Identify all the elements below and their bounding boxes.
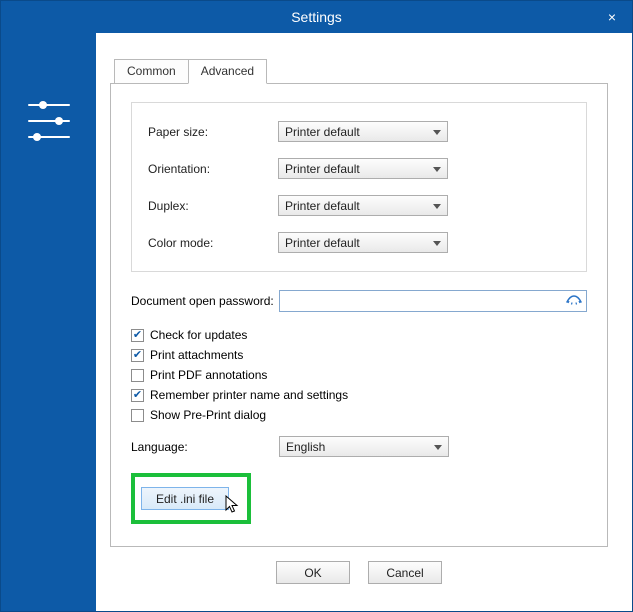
- dialog-buttons: OK Cancel: [110, 561, 608, 584]
- tab-common-label: Common: [127, 64, 176, 78]
- color-mode-row: Color mode: Printer default: [148, 232, 570, 253]
- edit-ini-highlight: Edit .ini file: [131, 473, 251, 524]
- sidebar: [1, 33, 96, 611]
- print-attachments-row[interactable]: Print attachments: [131, 348, 587, 362]
- tab-panel-advanced: Paper size: Printer default Orientation:…: [110, 83, 608, 547]
- print-attachments-checkbox[interactable]: [131, 349, 144, 362]
- dialog-body: Common Advanced Paper size: Printer defa…: [1, 33, 632, 611]
- show-preprint-row[interactable]: Show Pre-Print dialog: [131, 408, 587, 422]
- tab-advanced-label: Advanced: [201, 64, 254, 78]
- orientation-label: Orientation:: [148, 162, 278, 176]
- cancel-label: Cancel: [386, 566, 423, 580]
- print-annotations-label: Print PDF annotations: [150, 368, 267, 382]
- password-row: Document open password:: [131, 290, 587, 312]
- ok-label: OK: [304, 566, 321, 580]
- print-annotations-row[interactable]: Print PDF annotations: [131, 368, 587, 382]
- remember-printer-row[interactable]: Remember printer name and settings: [131, 388, 587, 402]
- color-mode-value: Printer default: [285, 236, 360, 250]
- paper-size-value: Printer default: [285, 125, 360, 139]
- duplex-value: Printer default: [285, 199, 360, 213]
- print-annotations-checkbox[interactable]: [131, 369, 144, 382]
- duplex-row: Duplex: Printer default: [148, 195, 570, 216]
- orientation-dropdown[interactable]: Printer default: [278, 158, 448, 179]
- remember-printer-checkbox[interactable]: [131, 389, 144, 402]
- language-value: English: [286, 440, 325, 454]
- tab-advanced[interactable]: Advanced: [188, 59, 267, 84]
- show-preprint-checkbox[interactable]: [131, 409, 144, 422]
- settings-dialog: Settings ×: [0, 0, 633, 612]
- edit-ini-label: Edit .ini file: [156, 492, 214, 506]
- paper-size-dropdown[interactable]: Printer default: [278, 121, 448, 142]
- window-title: Settings: [291, 9, 342, 25]
- color-mode-label: Color mode:: [148, 236, 278, 250]
- duplex-label: Duplex:: [148, 199, 278, 213]
- titlebar: Settings ×: [1, 1, 632, 33]
- language-label: Language:: [131, 440, 279, 454]
- reveal-password-icon[interactable]: [566, 293, 582, 308]
- edit-ini-button[interactable]: Edit .ini file: [141, 487, 229, 510]
- remember-printer-label: Remember printer name and settings: [150, 388, 348, 402]
- duplex-dropdown[interactable]: Printer default: [278, 195, 448, 216]
- orientation-value: Printer default: [285, 162, 360, 176]
- language-dropdown[interactable]: English: [279, 436, 449, 457]
- paper-size-row: Paper size: Printer default: [148, 121, 570, 142]
- show-preprint-label: Show Pre-Print dialog: [150, 408, 266, 422]
- check-updates-label: Check for updates: [150, 328, 247, 342]
- main-panel: Common Advanced Paper size: Printer defa…: [96, 33, 632, 611]
- tab-common[interactable]: Common: [114, 59, 189, 83]
- check-updates-row[interactable]: Check for updates: [131, 328, 587, 342]
- ok-button[interactable]: OK: [276, 561, 350, 584]
- print-attachments-label: Print attachments: [150, 348, 243, 362]
- close-icon: ×: [608, 9, 616, 25]
- paper-size-label: Paper size:: [148, 125, 278, 139]
- cancel-button[interactable]: Cancel: [368, 561, 442, 584]
- print-defaults-group: Paper size: Printer default Orientation:…: [131, 102, 587, 272]
- color-mode-dropdown[interactable]: Printer default: [278, 232, 448, 253]
- password-label: Document open password:: [131, 294, 279, 308]
- check-updates-checkbox[interactable]: [131, 329, 144, 342]
- tab-strip: Common Advanced: [114, 59, 608, 83]
- close-button[interactable]: ×: [592, 1, 632, 33]
- password-input[interactable]: [279, 290, 587, 312]
- language-row: Language: English: [131, 436, 587, 457]
- sliders-icon: [23, 95, 75, 147]
- orientation-row: Orientation: Printer default: [148, 158, 570, 179]
